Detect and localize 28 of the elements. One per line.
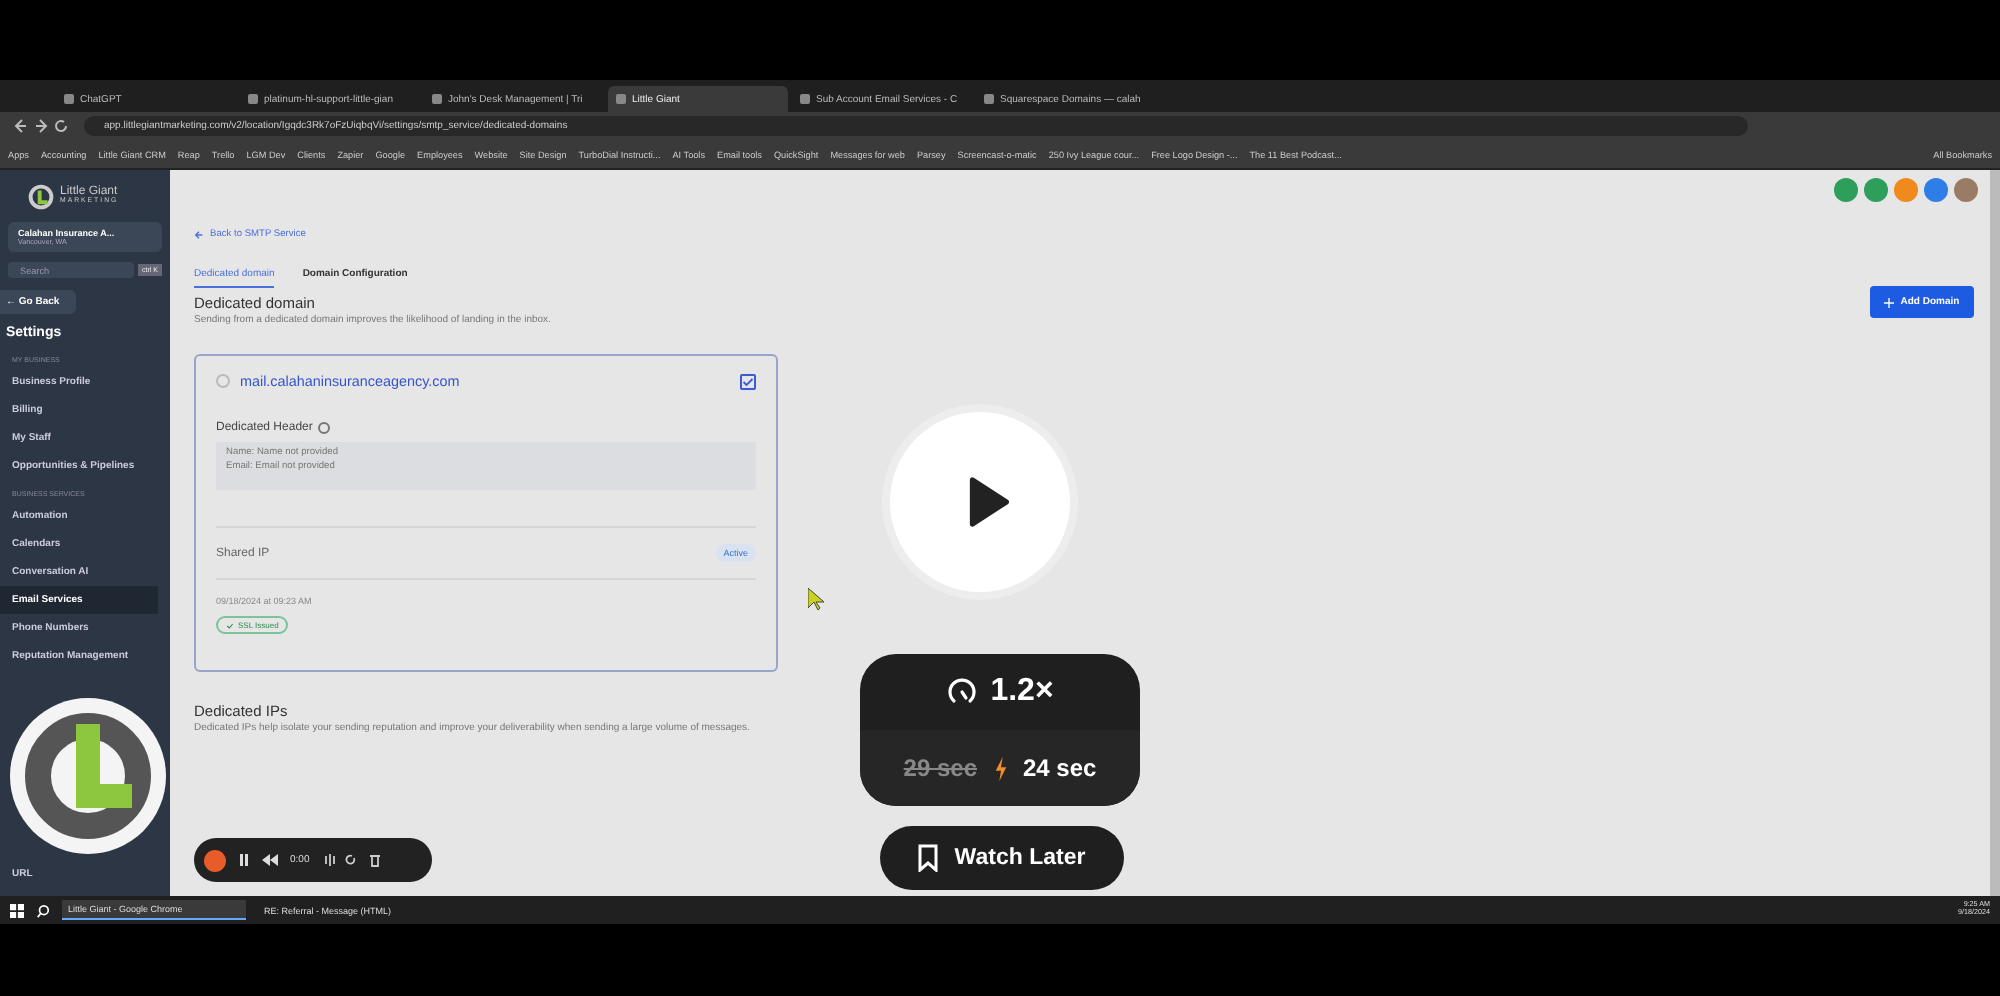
pause-icon[interactable] [238, 854, 250, 866]
tab-favicon-icon [984, 94, 994, 104]
logo-icon [28, 183, 54, 209]
tab-favicon-icon [616, 94, 626, 104]
gauge-icon [946, 676, 979, 708]
bookmark-icon [918, 844, 939, 872]
avatar[interactable] [1954, 178, 1978, 202]
tab-favicon-icon [248, 94, 258, 104]
back-arrow-icon [194, 230, 204, 240]
original-duration: 29 sec [903, 754, 977, 782]
navigation-icon[interactable] [12, 118, 72, 134]
tab-favicon-icon [800, 94, 810, 104]
stop-button[interactable] [204, 849, 226, 871]
logo-icon [8, 696, 168, 856]
checkbox[interactable] [740, 373, 756, 389]
check-icon [226, 621, 234, 629]
search-icon[interactable] [36, 903, 50, 917]
plus-icon [1884, 297, 1895, 307]
cursor-icon [808, 588, 824, 612]
speed-value: 1.2× [990, 674, 1054, 710]
lightning-icon [993, 755, 1007, 781]
recorder-tools-icon[interactable] [321, 852, 382, 868]
windows-icon[interactable] [10, 903, 24, 917]
watch-later-button[interactable]: Watch Later [880, 826, 1124, 890]
new-duration: 24 sec [1023, 754, 1097, 782]
rewind-icon[interactable] [262, 854, 278, 866]
tab-favicon-icon [64, 94, 74, 104]
tab-favicon-icon [432, 94, 442, 104]
